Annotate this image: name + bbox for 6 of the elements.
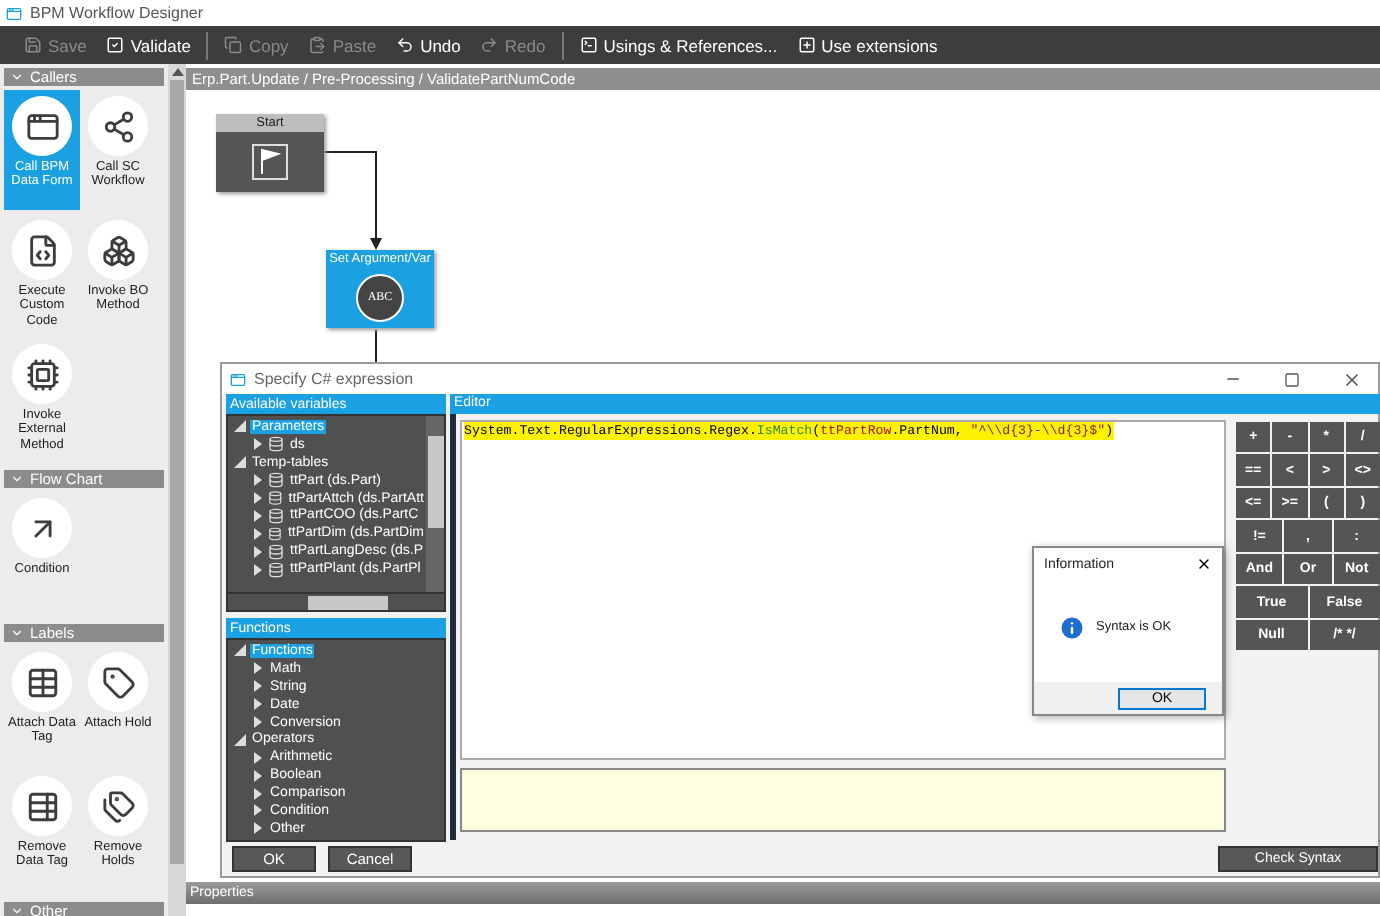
toolbar-button[interactable]: Undo — [388, 28, 469, 62]
dialog-title: Specify C# expression — [254, 370, 416, 388]
toolbar-button[interactable]: Validate — [98, 28, 199, 62]
toolbar-button[interactable]: Usings & References... — [571, 28, 786, 62]
window-title: BPM Workflow Designer — [30, 4, 204, 22]
toolbar-button[interactable]: Use extensions — [789, 28, 946, 62]
